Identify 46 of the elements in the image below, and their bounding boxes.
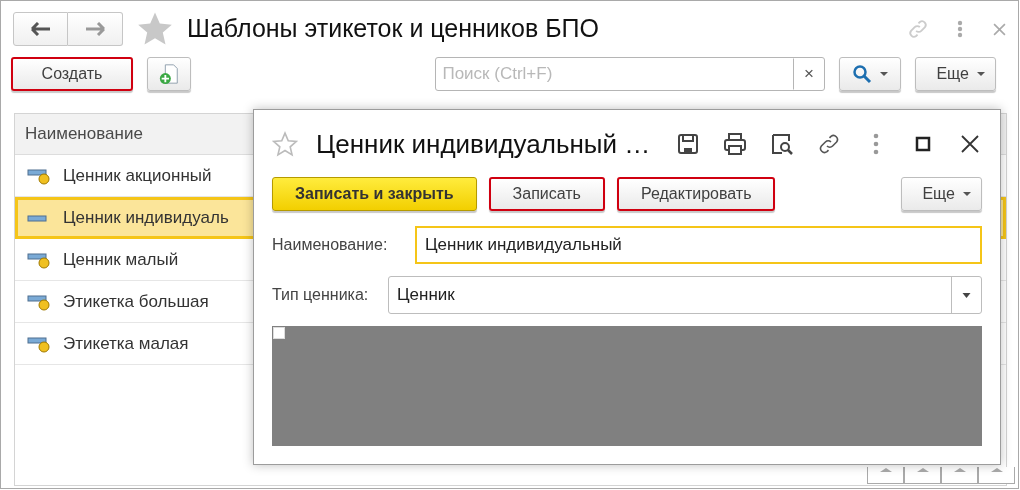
- back-button[interactable]: [13, 12, 68, 46]
- more-menu-icon[interactable]: [957, 20, 963, 38]
- clear-search-button[interactable]: ×: [793, 58, 825, 90]
- save-icon[interactable]: [676, 132, 700, 156]
- field-label: Наименование:: [272, 235, 389, 255]
- favorite-star-icon[interactable]: [137, 11, 173, 47]
- column-header[interactable]: Наименование: [25, 121, 143, 147]
- arrow-icon: [879, 468, 892, 472]
- window-title: Шаблоны этикеток и ценников БПО: [187, 13, 600, 45]
- arrow-icon: [953, 468, 966, 472]
- name-field[interactable]: Ценник индивидуальный: [415, 226, 982, 264]
- add-document-button[interactable]: [147, 57, 191, 91]
- favorite-star-icon[interactable]: [272, 131, 298, 157]
- nav-button[interactable]: [978, 467, 1015, 484]
- dialog-title: Ценник индивидуальный …: [316, 127, 652, 161]
- arrow-icon: [990, 468, 1003, 472]
- row-label: Ценник малый: [63, 248, 179, 271]
- save-and-close-button[interactable]: Записать и закрыть: [272, 177, 477, 211]
- more-button[interactable]: Еще: [915, 57, 996, 91]
- row-label: Ценник акционный: [63, 164, 212, 187]
- edit-button[interactable]: Редактировать: [616, 177, 776, 211]
- link-icon[interactable]: [817, 132, 841, 156]
- nav-button[interactable]: [941, 467, 978, 484]
- preview-icon[interactable]: [770, 132, 794, 156]
- more-button[interactable]: Еще: [901, 177, 982, 211]
- nav-button[interactable]: [867, 467, 904, 484]
- caret-icon: [977, 72, 985, 76]
- back-arrow-icon: [30, 22, 51, 36]
- dropdown-arrow-icon[interactable]: [962, 292, 971, 298]
- search-icon: [852, 64, 873, 84]
- save-button[interactable]: Записать: [488, 177, 605, 211]
- printer-icon[interactable]: [723, 132, 747, 156]
- type-dropdown[interactable]: Ценник: [388, 276, 982, 314]
- forward-arrow-icon: [85, 22, 105, 36]
- new-document-icon: [158, 63, 180, 85]
- row-label: Этикетка большая: [63, 290, 209, 313]
- row-label: Этикетка малая: [63, 332, 189, 355]
- search-field[interactable]: Поиск (Ctrl+F) ×: [435, 57, 826, 91]
- row-label: Ценник индивидуаль: [63, 207, 229, 230]
- create-button[interactable]: Создать: [11, 57, 133, 91]
- field-label: Тип ценника:: [272, 285, 370, 305]
- nav-button[interactable]: [904, 467, 941, 484]
- corner-handle[interactable]: [273, 327, 285, 339]
- search-button[interactable]: [839, 57, 902, 91]
- caret-icon: [880, 72, 889, 76]
- arrow-icon: [916, 468, 929, 472]
